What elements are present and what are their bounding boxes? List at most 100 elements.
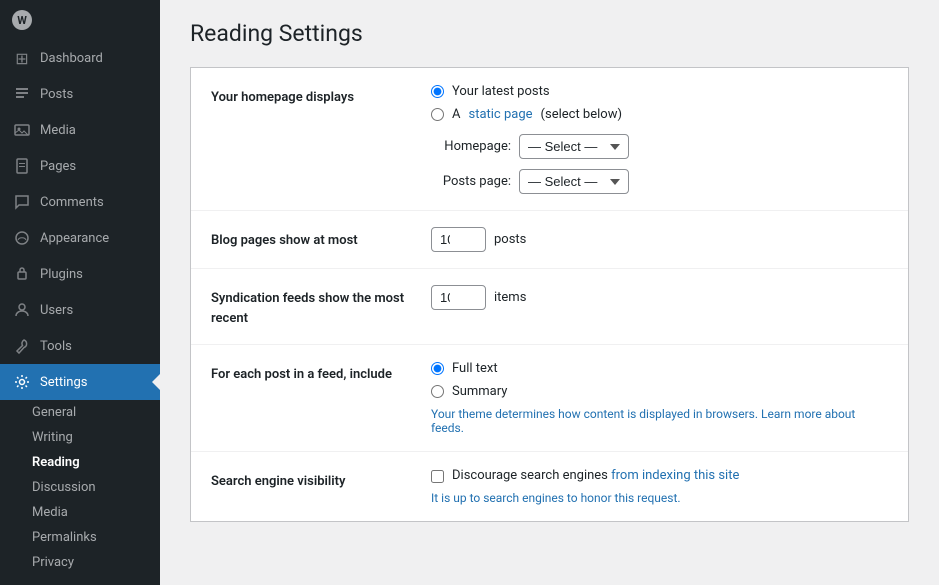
sidebar-item-label: Comments [40, 195, 104, 210]
feed-include-label: For each post in a feed, include [211, 361, 431, 385]
sidebar-item-dashboard[interactable]: ⊞ Dashboard [0, 40, 160, 76]
checkbox-link[interactable]: from indexing this site [611, 468, 739, 483]
engine-note-link[interactable]: honor [581, 491, 612, 505]
static-page-link[interactable]: static page [468, 107, 532, 122]
homepage-displays-label: Your homepage displays [211, 84, 431, 108]
submenu-item-permalinks[interactable]: Permalinks [0, 525, 160, 550]
homepage-displays-row: Your homepage displays Your latest posts… [191, 68, 908, 211]
static-page-text-after: (select below) [541, 107, 622, 122]
blog-pages-row: Blog pages show at most posts [191, 211, 908, 269]
posts-page-select[interactable]: — Select — [519, 169, 629, 194]
checkbox-text-before: Discourage search engines [452, 468, 611, 483]
syndication-feeds-unit: items [494, 290, 526, 305]
summary-option[interactable]: Summary [431, 384, 888, 399]
homepage-select-row: Homepage: — Select — [431, 134, 888, 159]
media-icon [12, 120, 32, 140]
homepage-select[interactable]: — Select — [519, 134, 629, 159]
feed-note-text: Your theme determines how content is dis… [431, 407, 758, 421]
settings-icon [12, 372, 32, 392]
posts-icon [12, 84, 32, 104]
submenu-item-writing[interactable]: Writing [0, 425, 160, 450]
homepage-select-label: Homepage: [431, 139, 511, 154]
sidebar-item-label: Users [40, 303, 73, 318]
search-engine-row: Search engine visibility Discourage sear… [191, 452, 908, 521]
sidebar: W ⊞ Dashboard Posts Media Pages Comments… [0, 0, 160, 585]
submenu-item-privacy[interactable]: Privacy [0, 550, 160, 575]
syndication-feeds-label: Syndication feeds show the most recent [211, 285, 431, 328]
submenu-item-reading[interactable]: Reading [0, 450, 160, 475]
feed-note: Your theme determines how content is dis… [431, 407, 888, 435]
sidebar-item-label: Pages [40, 159, 76, 174]
latest-posts-label: Your latest posts [452, 84, 550, 99]
dashboard-icon: ⊞ [12, 48, 32, 68]
blog-pages-input[interactable] [431, 227, 486, 252]
search-engine-label: Search engine visibility [211, 468, 431, 492]
feed-include-row: For each post in a feed, include Full te… [191, 345, 908, 452]
sidebar-item-media[interactable]: Media [0, 112, 160, 148]
sidebar-item-label: Plugins [40, 267, 83, 282]
page-title: Reading Settings [190, 20, 909, 47]
full-text-option[interactable]: Full text [431, 361, 888, 376]
syndication-feeds-control: items [431, 285, 888, 310]
sidebar-item-tools[interactable]: Tools [0, 328, 160, 364]
sidebar-item-users[interactable]: Users [0, 292, 160, 328]
homepage-radio-group: Your latest posts A static page (select … [431, 84, 888, 122]
summary-label: Summary [452, 384, 507, 399]
wp-icon: W [12, 10, 32, 30]
submenu-item-media-sub[interactable]: Media [0, 500, 160, 525]
latest-posts-radio[interactable] [431, 85, 444, 98]
posts-page-select-row: Posts page: — Select — [431, 169, 888, 194]
sidebar-item-label: Tools [40, 339, 72, 354]
sidebar-item-label: Settings [40, 375, 87, 390]
static-page-text-before: A [452, 107, 460, 122]
settings-form: Your homepage displays Your latest posts… [190, 67, 909, 522]
syndication-feeds-row: Syndication feeds show the most recent i… [191, 269, 908, 345]
blog-pages-input-wrap [431, 227, 486, 252]
full-text-radio[interactable] [431, 362, 444, 375]
main-content: Reading Settings Your homepage displays … [160, 0, 939, 585]
full-text-label: Full text [452, 361, 498, 376]
static-page-option[interactable]: A static page (select below) [431, 107, 888, 122]
sidebar-item-label: Dashboard [40, 51, 103, 66]
static-page-radio[interactable] [431, 108, 444, 121]
syndication-input-wrap [431, 285, 486, 310]
settings-submenu: General Writing Reading Discussion Media… [0, 400, 160, 575]
blog-pages-number-row: posts [431, 227, 888, 252]
blog-pages-unit: posts [494, 232, 526, 247]
engine-note: It is up to search engines to honor this… [431, 491, 888, 505]
users-icon [12, 300, 32, 320]
blog-pages-label: Blog pages show at most [211, 227, 431, 251]
submenu-item-discussion[interactable]: Discussion [0, 475, 160, 500]
summary-radio[interactable] [431, 385, 444, 398]
latest-posts-option[interactable]: Your latest posts [431, 84, 888, 99]
sidebar-logo: W [0, 0, 160, 40]
sidebar-item-posts[interactable]: Posts [0, 76, 160, 112]
homepage-displays-control: Your latest posts A static page (select … [431, 84, 888, 194]
sidebar-item-label: Appearance [40, 231, 109, 246]
appearance-icon [12, 228, 32, 248]
feed-include-control: Full text Summary Your theme determines … [431, 361, 888, 435]
posts-page-select-label: Posts page: [431, 174, 511, 189]
sidebar-item-pages[interactable]: Pages [0, 148, 160, 184]
search-engine-checkbox-text: Discourage search engines from indexing … [452, 468, 739, 483]
syndication-number-row: items [431, 285, 888, 310]
search-engine-control: Discourage search engines from indexing … [431, 468, 888, 505]
sidebar-item-comments[interactable]: Comments [0, 184, 160, 220]
feed-include-radio-group: Full text Summary [431, 361, 888, 399]
sidebar-item-label: Media [40, 123, 76, 138]
plugins-icon [12, 264, 32, 284]
sidebar-item-label: Posts [40, 87, 73, 102]
engine-note-after: this request. [612, 491, 681, 505]
engine-note-before: It is up to search engines to [431, 491, 581, 505]
search-engine-checkbox[interactable] [431, 470, 444, 483]
submenu-item-general[interactable]: General [0, 400, 160, 425]
pages-icon [12, 156, 32, 176]
syndication-feeds-input[interactable] [431, 285, 486, 310]
sidebar-item-plugins[interactable]: Plugins [0, 256, 160, 292]
sidebar-item-settings[interactable]: Settings [0, 364, 160, 400]
tools-icon [12, 336, 32, 356]
comments-icon [12, 192, 32, 212]
search-engine-checkbox-row: Discourage search engines from indexing … [431, 468, 888, 483]
blog-pages-control: posts [431, 227, 888, 252]
sidebar-item-appearance[interactable]: Appearance [0, 220, 160, 256]
